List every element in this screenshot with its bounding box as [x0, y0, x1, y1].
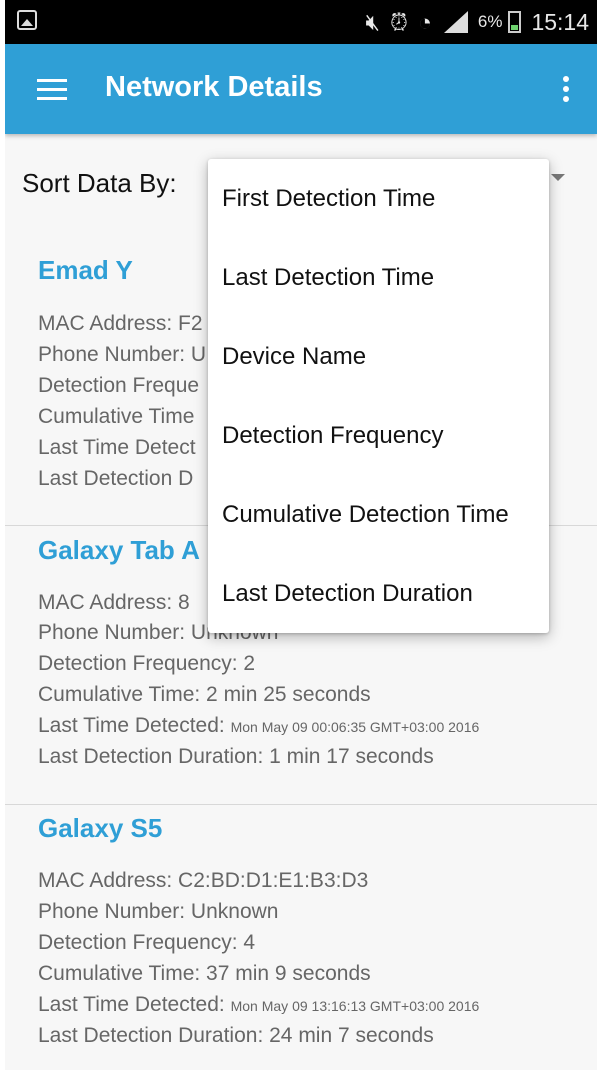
- status-bar: 🔇︎ ⏰︎ ◔ 6% 15:14: [5, 0, 597, 44]
- mac-address: MAC Address: F2: [38, 312, 203, 335]
- detection-frequency: Detection Frequency: 2: [38, 652, 256, 675]
- mac-address: MAC Address: C2:BD:D1:E1:B3:D3: [38, 869, 369, 892]
- mac-address: MAC Address: 8: [38, 591, 190, 614]
- menu-item-label: Last Detection Time: [222, 264, 435, 291]
- wifi-icon: ◔: [417, 8, 432, 35]
- last-detection-duration: Last Detection Duration: 24 min 7 second…: [38, 1024, 434, 1047]
- last-detection-duration: Last Detection D: [38, 467, 194, 490]
- menu-item-last-detection-time[interactable]: Last Detection Time: [208, 239, 549, 318]
- page-title: Network Details: [105, 71, 323, 103]
- last-time-label: Last Time Detected:: [38, 993, 225, 1016]
- detection-frequency: Detection Frequency: 4: [38, 931, 256, 954]
- mute-icon: 🔇︎: [365, 8, 381, 35]
- last-time-label: Last Time Detected:: [38, 714, 225, 737]
- chevron-down-icon[interactable]: [551, 174, 565, 181]
- device-name: Emad Y: [38, 255, 133, 285]
- cumulative-time: Cumulative Time: [38, 405, 195, 428]
- app-screen: 🔇︎ ⏰︎ ◔ 6% 15:14 Network Details Sort Da…: [5, 0, 597, 1070]
- divider: [5, 804, 597, 805]
- menu-item-label: Device Name: [222, 343, 367, 370]
- last-time-value: Mon May 09 13:16:13 GMT+03:00 2016: [230, 998, 480, 1014]
- more-options-icon[interactable]: [561, 74, 571, 106]
- menu-item-first-detection-time[interactable]: First Detection Time: [208, 160, 549, 239]
- menu-item-label: Last Detection Duration: [222, 580, 473, 607]
- device-name: Galaxy S5: [38, 813, 163, 843]
- last-time-detected: Last Time Detected: Mon May 09 13:16:13 …: [38, 993, 479, 1017]
- menu-item-device-name[interactable]: Device Name: [208, 318, 549, 397]
- menu-item-label: First Detection Time: [222, 185, 436, 212]
- status-icons: 🔇︎ ⏰︎ ◔ 6% 15:14: [366, 6, 590, 38]
- sort-label: Sort Data By:: [22, 168, 177, 198]
- last-time-value: Mon May 09 00:06:35 GMT+03:00 2016: [230, 719, 480, 735]
- battery-icon: [508, 11, 522, 33]
- cumulative-time: Cumulative Time: 37 min 9 seconds: [38, 962, 371, 985]
- signal-icon: [442, 11, 468, 33]
- detection-frequency: Detection Freque: [38, 374, 200, 397]
- menu-item-label: Cumulative Detection Time: [222, 501, 509, 528]
- menu-item-detection-frequency[interactable]: Detection Frequency: [208, 397, 549, 476]
- menu-item-last-detection-duration[interactable]: Last Detection Duration: [208, 555, 549, 634]
- alarm-icon: ⏰︎: [390, 8, 408, 35]
- cumulative-time: Cumulative Time: 2 min 25 seconds: [38, 683, 371, 706]
- last-time-detected: Last Time Detect: [38, 436, 196, 459]
- menu-item-cumulative-detection-time[interactable]: Cumulative Detection Time: [208, 476, 549, 555]
- battery-percent: 6%: [477, 12, 503, 31]
- menu-icon[interactable]: [37, 79, 67, 101]
- app-bar: Network Details: [5, 44, 597, 134]
- menu-item-label: Detection Frequency: [222, 422, 444, 449]
- last-time-detected: Last Time Detected: Mon May 09 00:06:35 …: [38, 714, 479, 738]
- phone-number: Phone Number: Unknown: [38, 900, 279, 923]
- phone-number: Phone Number: U: [38, 343, 207, 366]
- device-name: Galaxy Tab A: [38, 535, 200, 565]
- last-detection-duration: Last Detection Duration: 1 min 17 second…: [38, 745, 434, 768]
- clock: 15:14: [531, 8, 589, 35]
- sort-dropdown-menu: First Detection Time Last Detection Time…: [208, 159, 549, 633]
- image-icon: [17, 10, 37, 30]
